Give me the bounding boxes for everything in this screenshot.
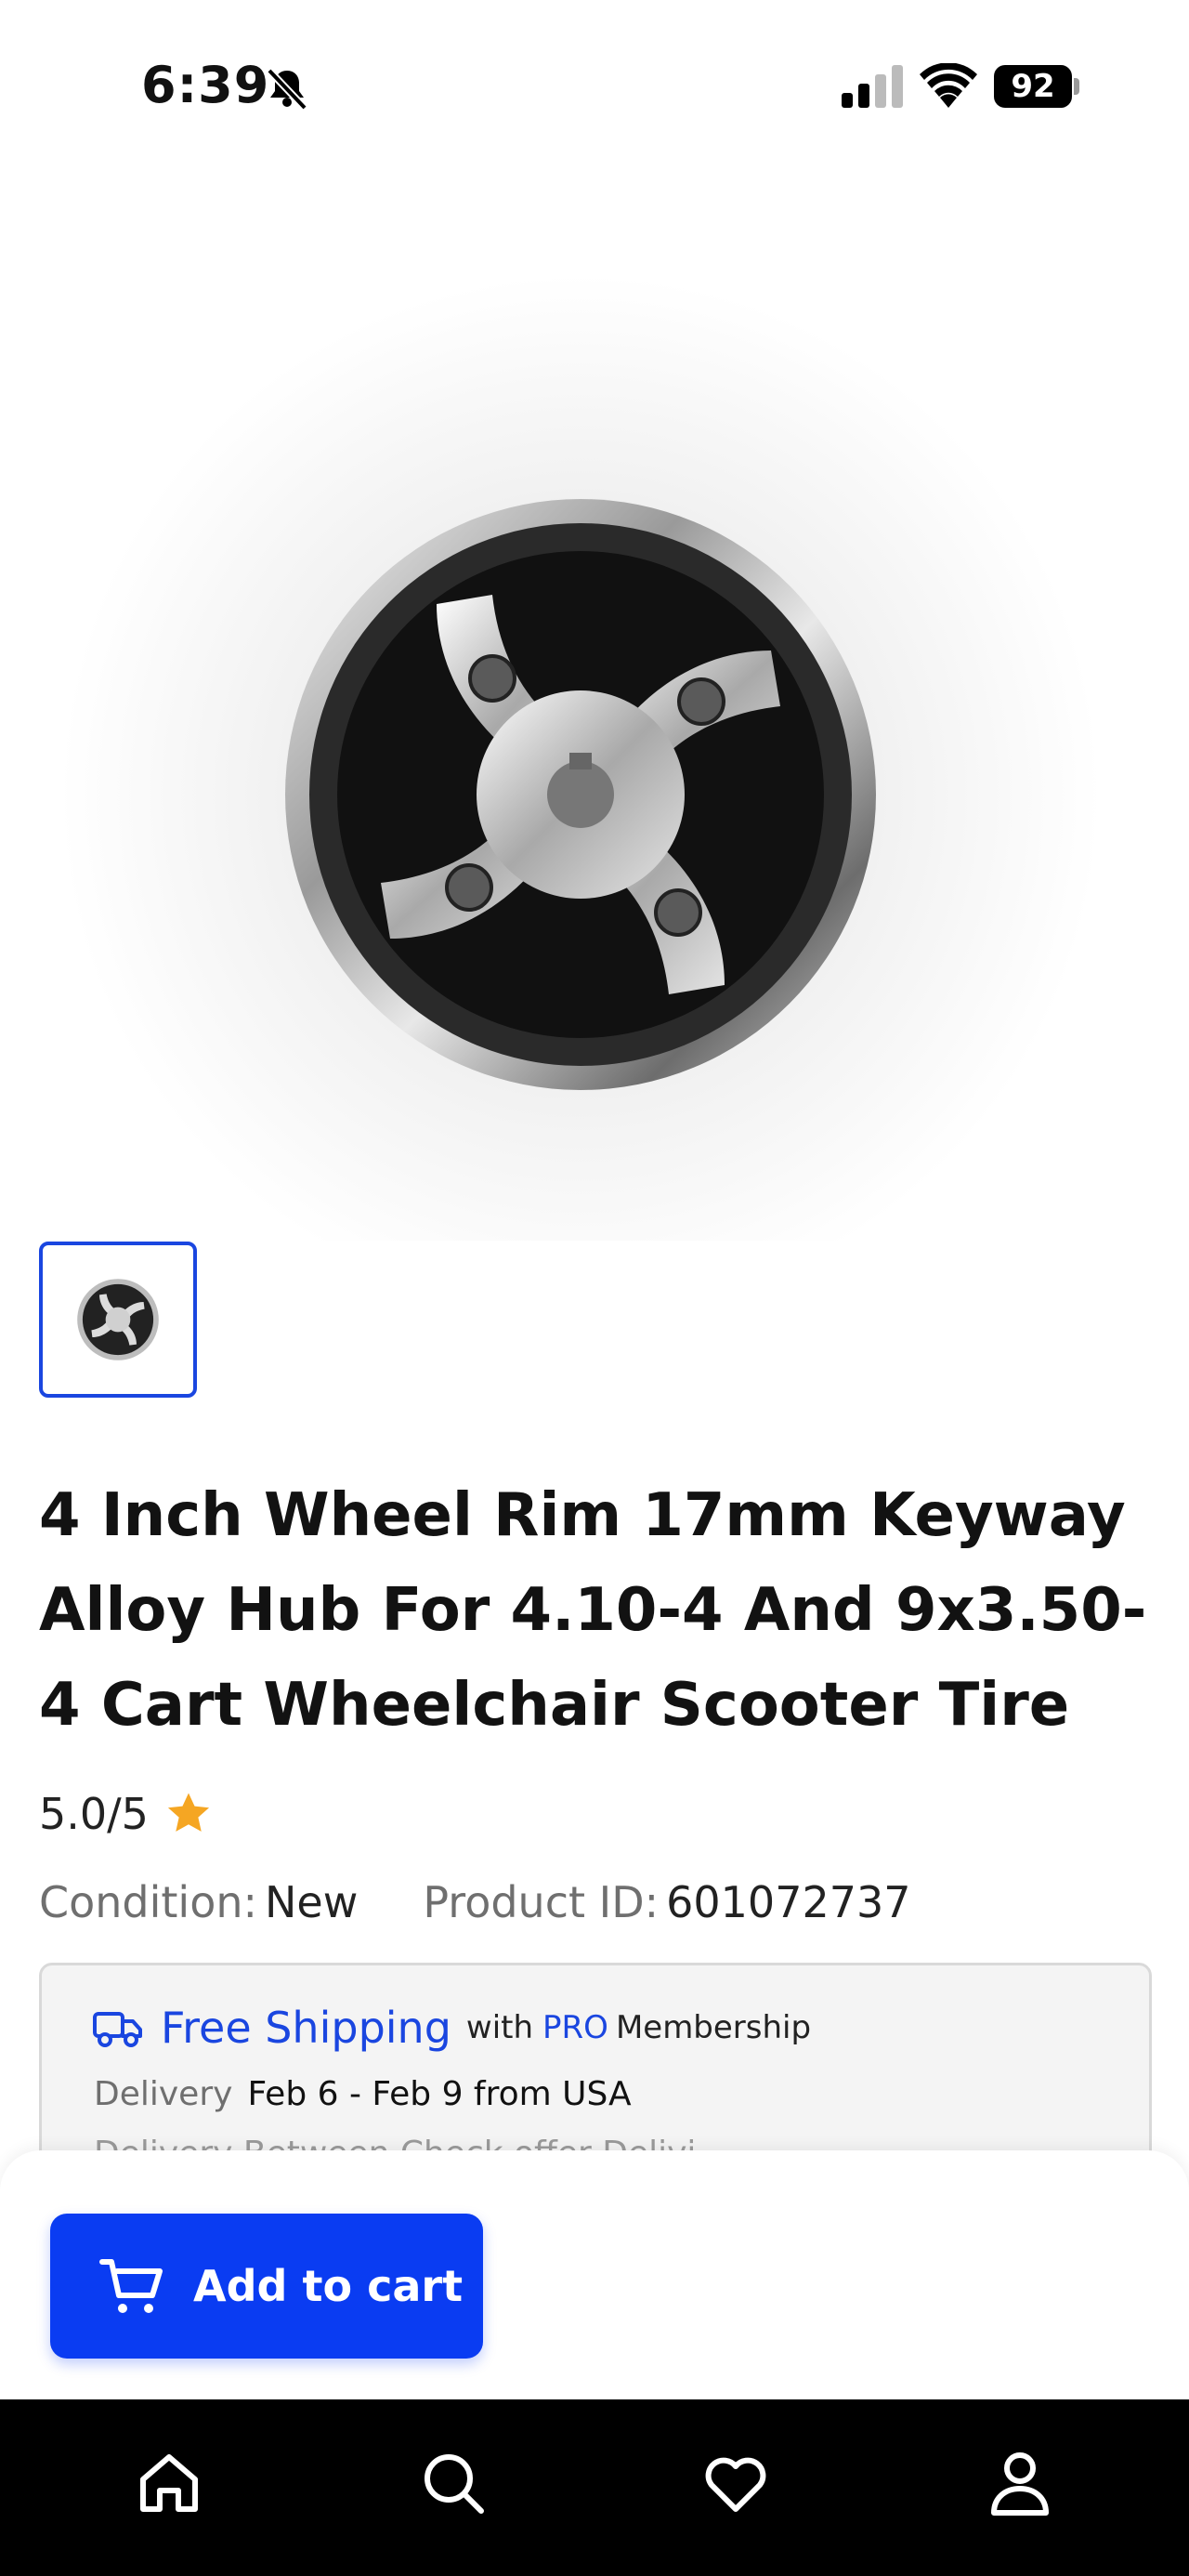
product-id-label: Product ID:: [423, 1877, 660, 1927]
bottom-nav: [0, 2399, 1189, 2576]
truck-icon: [93, 2012, 142, 2047]
delivery-value: Feb 6 - Feb 9 from USA: [247, 2075, 632, 2113]
nav-search[interactable]: [418, 2448, 489, 2518]
with-label: with: [465, 2009, 534, 2046]
product-thumbnail[interactable]: [39, 1242, 197, 1398]
product-id-value: 601072737: [666, 1877, 911, 1927]
nav-favorites[interactable]: [700, 2448, 771, 2518]
product-main-image[interactable]: [0, 158, 1189, 1315]
status-bar: 6:39 92: [0, 0, 1189, 158]
nav-home[interactable]: [134, 2448, 204, 2518]
star-icon: [167, 1793, 209, 1832]
battery-icon: 92: [994, 65, 1079, 108]
cart-icon: [99, 2259, 163, 2313]
add-to-cart-label: Add to cart: [193, 2261, 464, 2311]
add-to-cart-sheet: Add to cart: [0, 2150, 1189, 2399]
heart-icon: [705, 2457, 766, 2512]
wifi-icon: [920, 63, 977, 108]
profile-icon: [991, 2452, 1049, 2516]
status-time: 6:39: [141, 56, 270, 114]
battery-level: 92: [994, 65, 1072, 108]
product-meta-row: Condition: New Product ID: 601072737: [39, 1870, 911, 1935]
add-to-cart-button[interactable]: Add to cart: [50, 2214, 483, 2359]
delivery-row: Delivery Feb 6 - Feb 9 from USA: [94, 2075, 632, 2113]
home-icon: [140, 2454, 198, 2512]
pro-link[interactable]: PRO: [542, 2009, 608, 2046]
search-icon: [425, 2454, 484, 2514]
membership-label: Membership: [615, 2009, 812, 2046]
bell-slash-icon: [267, 68, 307, 111]
free-shipping-label: Free Shipping: [161, 2003, 451, 2053]
wheel-hub-image: [60, 274, 1101, 1315]
free-shipping-row: Free Shipping with PRO Membership: [92, 2003, 811, 2053]
nav-profile[interactable]: [985, 2448, 1055, 2518]
battery-tip: [1074, 78, 1079, 95]
condition-label: Condition:: [39, 1877, 258, 1927]
rating-value: 5.0/5: [39, 1789, 149, 1839]
wheel-hub-thumbnail-image: [77, 1279, 159, 1360]
rating-row[interactable]: 5.0/5: [39, 1784, 214, 1844]
product-title: 4 Inch Wheel Rim 17mm Keyway Alloy Hub F…: [39, 1481, 1147, 1740]
cellular-signal-icon: [842, 65, 903, 108]
delivery-label: Delivery: [94, 2075, 233, 2113]
condition-value: New: [265, 1877, 359, 1927]
